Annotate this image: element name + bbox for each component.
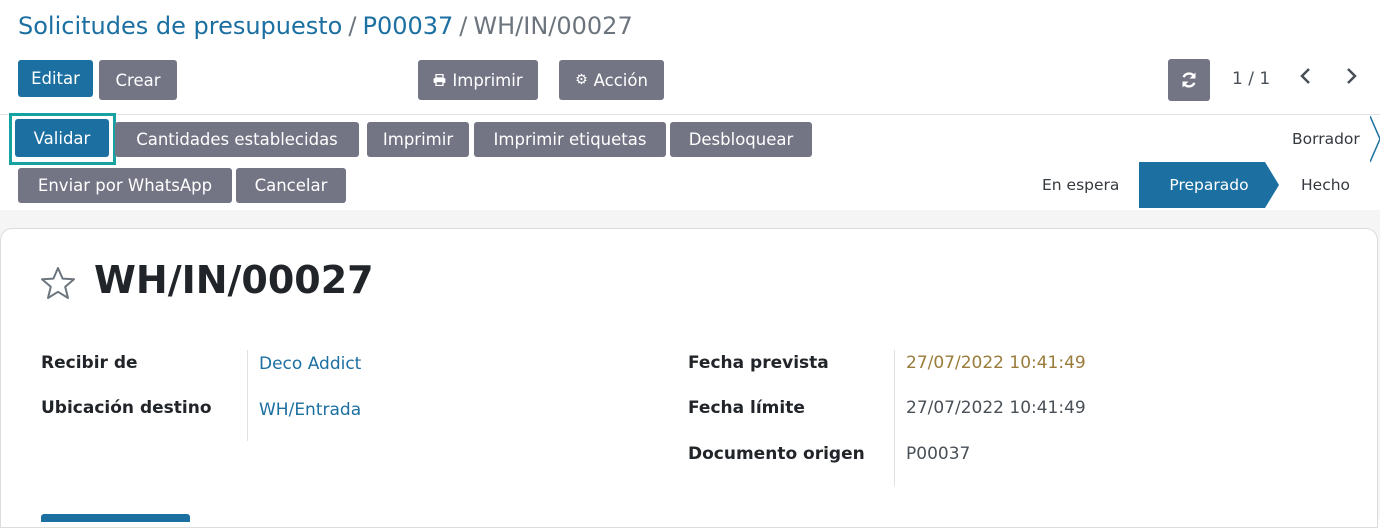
print-labels-label: Imprimir etiquetas	[493, 130, 647, 149]
field-value-source-document[interactable]: P00037	[906, 444, 970, 464]
field-value-deadline[interactable]: 27/07/2022 10:41:49	[906, 398, 1086, 418]
statusbar-divider	[0, 114, 1380, 115]
action-menu-button[interactable]: ⚙ Acción	[559, 60, 664, 100]
pager-next-button[interactable]	[1343, 64, 1359, 92]
field-divider-left	[247, 350, 248, 441]
breadcrumb-separator: /	[348, 12, 357, 40]
edit-button-label: Editar	[31, 69, 80, 88]
edit-button[interactable]: Editar	[18, 60, 93, 97]
status-chevron-icon	[1370, 116, 1380, 162]
refresh-icon	[1182, 72, 1196, 88]
chevron-right-icon	[1347, 68, 1357, 84]
field-label-destination-location: Ubicación destino	[41, 398, 212, 418]
print-menu-label: Imprimir	[452, 70, 523, 90]
validate-button-label: Validar	[33, 128, 91, 148]
set-quantities-label: Cantidades establecidas	[136, 130, 338, 149]
breadcrumb-link-rfq[interactable]: Solicitudes de presupuesto	[18, 12, 342, 40]
field-label-deadline: Fecha límite	[688, 398, 805, 418]
unlock-button[interactable]: Desbloquear	[670, 122, 812, 157]
chevron-left-icon	[1300, 68, 1310, 84]
print-labels-button[interactable]: Imprimir etiquetas	[474, 122, 666, 157]
validate-button[interactable]: Validar	[15, 119, 109, 157]
field-label-source-document: Documento origen	[688, 444, 865, 464]
pager-previous-button[interactable]	[1298, 64, 1314, 92]
breadcrumb-separator: /	[459, 12, 468, 40]
record-title: WH/IN/00027	[94, 258, 374, 302]
status-step-ready[interactable]: Preparado	[1139, 162, 1279, 208]
bottom-tab-button[interactable]	[41, 514, 190, 522]
cancel-button-label: Cancelar	[254, 176, 328, 195]
whatsapp-button-label: Enviar por WhatsApp	[37, 176, 213, 195]
cancel-button[interactable]: Cancelar	[236, 168, 346, 203]
unlock-button-label: Desbloquear	[688, 130, 794, 149]
create-button-label: Crear	[115, 70, 161, 90]
print-icon	[433, 74, 446, 86]
set-quantities-button[interactable]: Cantidades establecidas	[115, 122, 359, 157]
breadcrumb-current: WH/IN/00027	[473, 12, 633, 40]
whatsapp-button[interactable]: Enviar por WhatsApp	[18, 168, 232, 203]
field-value-destination-location[interactable]: WH/Entrada	[259, 400, 361, 420]
print-button[interactable]: Imprimir	[367, 122, 469, 157]
action-menu-label: Acción	[593, 70, 648, 90]
status-step-done[interactable]: Hecho	[1301, 176, 1350, 194]
breadcrumb: Solicitudes de presupuesto / P00037/WH/IN/…	[18, 12, 633, 40]
field-value-receive-from[interactable]: Deco Addict	[259, 354, 361, 374]
status-step-ready-label: Preparado	[1169, 176, 1249, 194]
star-icon[interactable]	[40, 266, 76, 300]
breadcrumb-link-po[interactable]: P00037	[362, 12, 453, 40]
refresh-button[interactable]	[1168, 59, 1210, 101]
print-menu-button[interactable]: Imprimir	[418, 60, 538, 100]
field-divider-right	[894, 350, 895, 486]
field-value-scheduled-date[interactable]: 27/07/2022 10:41:49	[906, 353, 1086, 373]
print-button-label: Imprimir	[382, 130, 454, 149]
field-label-scheduled-date: Fecha prevista	[688, 353, 829, 373]
gear-icon: ⚙	[575, 72, 588, 88]
create-button[interactable]: Crear	[99, 60, 177, 100]
status-step-draft[interactable]: Borrador	[1292, 130, 1360, 148]
field-label-receive-from: Recibir de	[41, 353, 138, 373]
pager-value[interactable]: 1 / 1	[1232, 69, 1270, 89]
status-step-waiting[interactable]: En espera	[1042, 176, 1119, 194]
